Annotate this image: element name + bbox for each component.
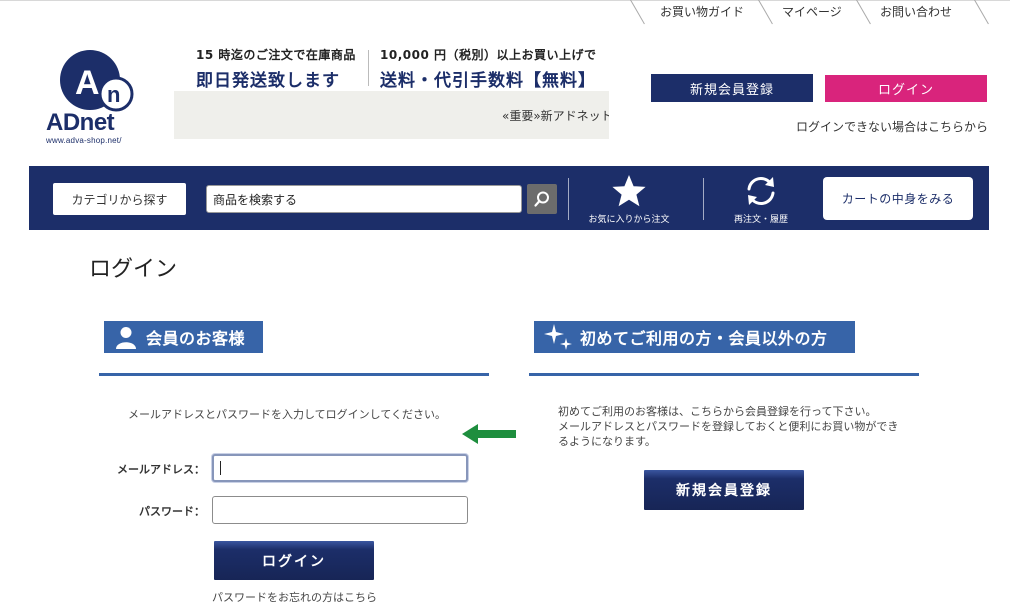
logo-name: ADnet [46,109,115,136]
guest-section-title: 初めてご利用の方・会員以外の方 [580,329,828,348]
promo-free-shipping: 10,000 円（税別）以上お買い上げで 送料・代引手数料【無料】 [380,46,597,91]
password-label: パスワード： [139,505,205,518]
member-instruction: メールアドレスとパスワードを入力してログインしてください。 [128,408,447,421]
email-field[interactable] [212,454,468,482]
register-button[interactable]: 新規会員登録 [644,470,804,510]
guest-section-rule [529,373,919,376]
password-field[interactable] [212,496,468,524]
refresh-icon [747,177,775,205]
util-separator [758,0,773,25]
guest-section-heading: 初めてご利用の方・会員以外の方 [534,321,855,353]
left-arrow-icon [462,424,516,444]
sparkle-icon [544,324,572,350]
login-button-header[interactable]: ログイン [825,75,987,102]
search-input[interactable]: 商品を検索する [206,185,522,213]
nav-divider [568,178,569,220]
category-button[interactable]: カテゴリから探す [53,183,186,215]
main-navbar: カテゴリから探す 商品を検索する お気に入りから注文 再注文・履歴 カートの中身… [29,166,989,230]
member-section-heading: 会員のお客様 [104,321,263,353]
reorder-history-link[interactable]: 再注文・履歴 [706,174,816,226]
user-icon [116,327,136,349]
search-button[interactable] [527,184,557,214]
logo-url: www.adva-shop.net/ [46,136,122,145]
forgot-password-link[interactable]: パスワードをお忘れの方はこちら [212,589,377,605]
login-help-link[interactable]: ログインできない場合はこちらから [796,118,988,135]
notice-text: «重要»新アドネット [502,109,609,123]
promo-same-day-note: 15 時迄のご注文で在庫商品 [196,48,356,62]
util-link-contact[interactable]: お問い合わせ [880,3,952,20]
promo-free-shipping-title: 送料・代引手数料【無料】 [380,71,596,91]
shipping-promo: 15 時迄のご注文で在庫商品 即日発送致します 10,000 円（税別）以上お買… [196,46,606,91]
text-cursor [220,461,221,475]
member-section-rule [99,373,489,376]
login-button[interactable]: ログイン [214,541,374,580]
util-separator [630,0,645,25]
util-link-shopping-guide[interactable]: お買い物ガイド [660,3,744,20]
logo-mark-n: n [107,82,120,107]
register-button-header[interactable]: 新規会員登録 [651,74,813,102]
util-separator [974,0,989,25]
page-title: ログイン [89,257,178,282]
promo-separator [368,50,369,86]
logo-mark-icon: A n [60,50,134,112]
search-icon [534,191,549,207]
logo-mark-a: A [75,64,100,102]
email-label: メールアドレス： [117,463,205,476]
favorites-order-label: お気に入りから注文 [588,215,670,225]
util-separator [856,0,871,25]
util-link-mypage[interactable]: マイページ [782,3,842,20]
favorites-order-link[interactable]: お気に入りから注文 [574,174,684,226]
star-icon [612,175,646,207]
utility-nav: お買い物ガイド マイページ お問い合わせ [630,0,1010,26]
cart-button[interactable]: カートの中身をみる [823,177,973,220]
member-section-title: 会員のお客様 [146,329,246,348]
promo-same-day: 15 時迄のご注文で在庫商品 即日発送致します [196,46,356,91]
promo-free-shipping-note: 10,000 円（税別）以上お買い上げで [380,48,597,62]
promo-same-day-title: 即日発送致します [196,71,340,91]
guest-description: 初めてご利用のお客様は、こちらから会員登録を行って下さい。 メールアドレスとパス… [558,405,899,448]
notice-ticker[interactable]: «重要»新アドネット [174,91,609,139]
site-logo[interactable]: A n ADnet www.adva-shop.net/ [44,46,144,150]
reorder-history-label: 再注文・履歴 [733,215,788,225]
nav-divider [703,178,704,220]
